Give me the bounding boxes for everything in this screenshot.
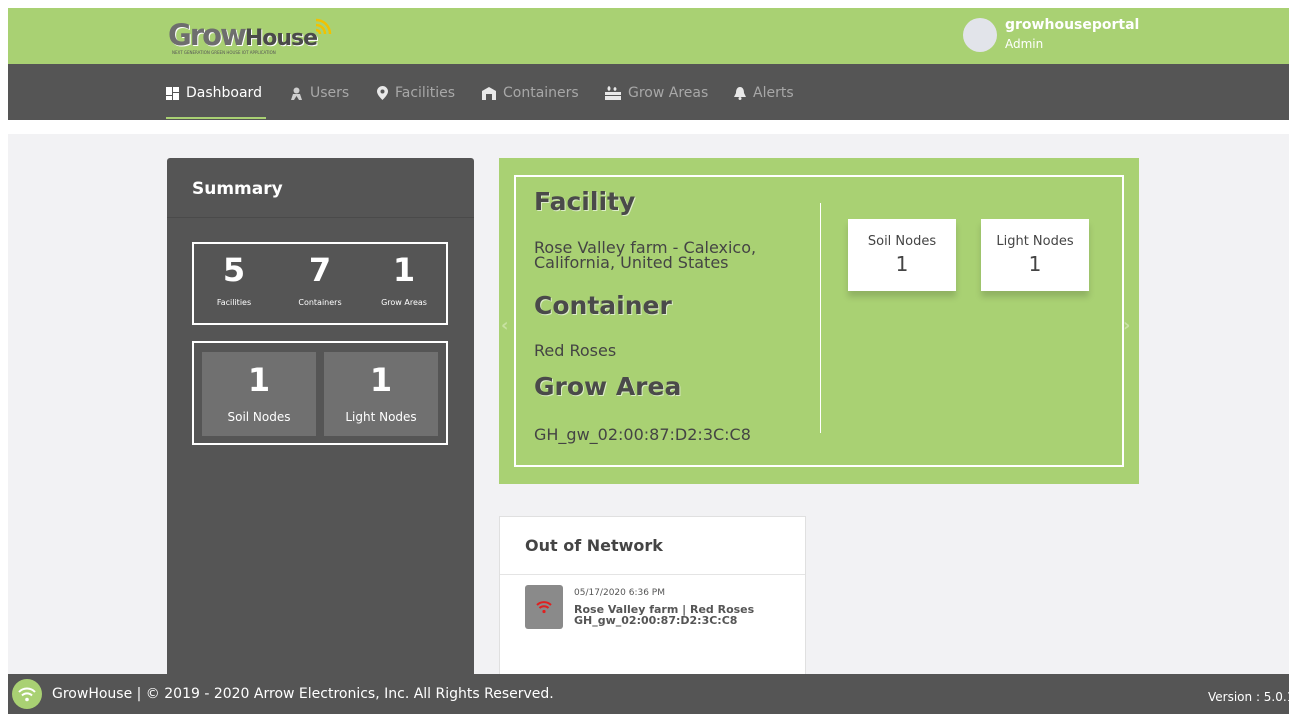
out-of-network-panel: Out of Network 05/17/2020 6:36 PM Rose V… bbox=[499, 516, 806, 674]
facility-name-line2: California, United States bbox=[534, 253, 729, 272]
container-icon bbox=[482, 86, 496, 100]
light-nodes-card[interactable]: Light Nodes 1 bbox=[981, 219, 1089, 291]
facility-name[interactable]: Rose Valley farm - Calexico, California,… bbox=[534, 240, 834, 272]
soil-nodes-label: Soil Nodes bbox=[867, 234, 937, 249]
nav-item-grow-areas[interactable]: Grow Areas bbox=[605, 83, 708, 103]
nav-item-containers[interactable]: Containers bbox=[482, 83, 579, 103]
user-avatar[interactable] bbox=[963, 18, 997, 52]
tile-value: 1 bbox=[369, 361, 393, 399]
nav-label-users: Users bbox=[310, 85, 350, 101]
light-nodes-count: 1 bbox=[1028, 252, 1042, 276]
stat-facilities[interactable]: 5 Facilities bbox=[194, 252, 274, 307]
location-pin-icon bbox=[377, 86, 388, 100]
summary-panel: Summary 5 Facilities 7 Containers 1 Grow… bbox=[167, 158, 474, 674]
nav-item-facilities[interactable]: Facilities bbox=[377, 83, 455, 103]
growhouse-footer-logo bbox=[12, 679, 42, 709]
stat-value: 5 bbox=[222, 251, 246, 289]
out-of-network-title: Out of Network bbox=[525, 536, 663, 555]
bell-icon bbox=[734, 86, 746, 100]
summary-stats-box: 5 Facilities 7 Containers 1 Grow Areas bbox=[192, 242, 448, 325]
tile-soil-nodes[interactable]: 1 Soil Nodes bbox=[202, 352, 316, 436]
stat-value: 7 bbox=[308, 251, 332, 289]
stat-grow-areas[interactable]: 1 Grow Areas bbox=[364, 252, 444, 307]
nav-label-grow-areas: Grow Areas bbox=[628, 85, 709, 101]
stat-containers[interactable]: 7 Containers bbox=[280, 252, 360, 307]
logo-tagline: NEXT GENERATION GREEN HOUSE IOT APPLICAT… bbox=[172, 50, 276, 55]
tile-value: 1 bbox=[247, 361, 271, 399]
main-nav: Dashboard Users Facilities Containers Gr… bbox=[8, 64, 1289, 120]
facility-carousel: ‹ › Facility Rose Valley farm - Calexico… bbox=[499, 158, 1139, 484]
tile-label: Light Nodes bbox=[345, 410, 417, 424]
stat-label: Containers bbox=[298, 298, 342, 307]
wifi-icon bbox=[18, 687, 36, 702]
divider bbox=[500, 574, 805, 575]
facility-frame: Facility Rose Valley farm - Calexico, Ca… bbox=[514, 175, 1124, 467]
grow-area-icon bbox=[605, 86, 621, 100]
grow-area-heading: Grow Area bbox=[534, 372, 682, 401]
tile-light-nodes[interactable]: 1 Light Nodes bbox=[324, 352, 438, 436]
nav-label-dashboard: Dashboard bbox=[186, 85, 262, 101]
wifi-waves-icon bbox=[315, 18, 332, 35]
soil-nodes-count: 1 bbox=[895, 252, 909, 276]
facility-heading: Facility bbox=[534, 187, 636, 216]
nav-item-users[interactable]: Users bbox=[290, 83, 349, 103]
chevron-left-icon[interactable]: ‹ bbox=[501, 315, 508, 336]
container-name[interactable]: Red Roses bbox=[534, 343, 834, 359]
user-name[interactable]: growhouseportal bbox=[1005, 17, 1139, 33]
alert-timestamp: 05/17/2020 6:36 PM bbox=[574, 588, 665, 598]
tile-label: Soil Nodes bbox=[227, 410, 291, 424]
summary-nodes-box: 1 Soil Nodes 1 Light Nodes bbox=[192, 341, 448, 445]
growhouse-logo[interactable]: GrowHouse NEXT GENERATION GREEN HOUSE IO… bbox=[168, 12, 348, 62]
divider bbox=[167, 217, 474, 218]
wifi-offline-icon bbox=[525, 585, 563, 629]
logo-wordmark: GrowHouse bbox=[168, 18, 318, 52]
nav-item-dashboard[interactable]: Dashboard bbox=[166, 83, 262, 103]
chevron-right-icon[interactable]: › bbox=[1123, 315, 1130, 336]
vertical-divider bbox=[820, 203, 821, 433]
stat-label: Grow Areas bbox=[381, 298, 427, 307]
light-nodes-label: Light Nodes bbox=[996, 234, 1074, 249]
nav-label-containers: Containers bbox=[503, 85, 579, 101]
container-heading: Container bbox=[534, 291, 672, 320]
copyright-text: GrowHouse | © 2019 - 2020 Arrow Electron… bbox=[52, 686, 554, 702]
nav-label-facilities: Facilities bbox=[395, 85, 455, 101]
grow-area-name[interactable]: GH_gw_02:00:87:D2:3C:C8 bbox=[534, 427, 834, 443]
nav-item-alerts[interactable]: Alerts bbox=[734, 83, 794, 103]
alert-gateway[interactable]: GH_gw_02:00:87:D2:3C:C8 bbox=[574, 615, 737, 626]
soil-nodes-card[interactable]: Soil Nodes 1 bbox=[848, 219, 956, 291]
user-role: Admin bbox=[1005, 37, 1044, 51]
footer: GrowHouse | © 2019 - 2020 Arrow Electron… bbox=[8, 674, 1289, 714]
nav-label-alerts: Alerts bbox=[753, 85, 794, 101]
summary-title: Summary bbox=[192, 179, 283, 199]
top-header: GrowHouse NEXT GENERATION GREEN HOUSE IO… bbox=[8, 8, 1289, 64]
active-tab-indicator bbox=[166, 117, 266, 119]
stat-value: 1 bbox=[392, 251, 416, 289]
users-icon bbox=[291, 87, 302, 100]
dashboard-icon bbox=[166, 86, 179, 100]
version-text: Version : 5.0.1 bbox=[1208, 690, 1289, 704]
stat-label: Facilities bbox=[216, 298, 252, 307]
